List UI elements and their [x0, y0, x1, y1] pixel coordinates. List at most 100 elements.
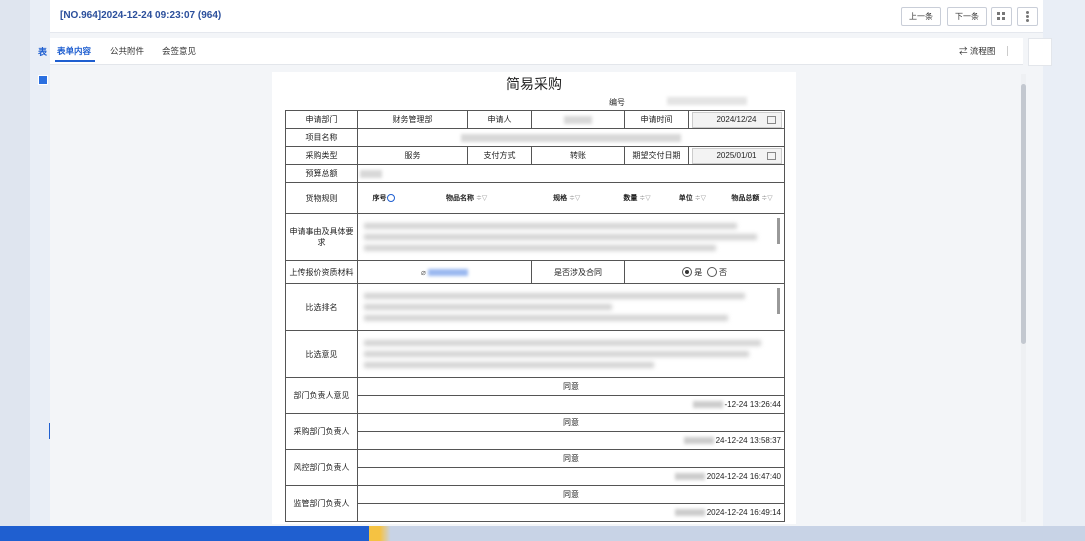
calendar-icon: [766, 115, 776, 124]
project-value-redacted: [357, 128, 785, 147]
redacted-text: [692, 401, 723, 409]
purchase-type-value: 服务: [357, 146, 468, 165]
next-button[interactable]: 下一条: [947, 7, 987, 26]
apply-time-label: 申请时间: [624, 110, 689, 129]
redacted-line: [364, 245, 716, 251]
col-seq[interactable]: 序号: [359, 187, 410, 209]
approval-time-text: 24-12-24 13:58:37: [715, 436, 781, 445]
approval-opinion-risk: 同意: [357, 449, 785, 468]
number-label: 编号: [609, 98, 625, 107]
tab-form-content[interactable]: 表单内容: [57, 45, 91, 57]
redacted-line: [364, 315, 729, 321]
approval-label-purchase: 采购部门负责人: [285, 413, 358, 450]
approval-opinion-supervision: 同意: [357, 485, 785, 504]
apply-time-field[interactable]: 2024/12/24: [691, 111, 782, 128]
contract-yes-radio[interactable]: [682, 267, 693, 278]
approval-opinion-purchase: 同意: [357, 413, 785, 432]
paperclip-icon: ⌀: [420, 267, 426, 277]
reason-textarea[interactable]: [357, 213, 785, 261]
col-total[interactable]: 物品总额 ≑▽: [720, 187, 783, 209]
contract-no-radio[interactable]: [706, 267, 717, 278]
col-spec-label: 规格: [553, 195, 568, 202]
redacted-text: [674, 509, 705, 517]
approval-opinion-dept: 同意: [357, 377, 785, 396]
pay-method-value: 转账: [531, 146, 625, 165]
col-unit-label: 单位: [678, 195, 693, 202]
tab-countersign-opinions[interactable]: 会签意见: [162, 45, 196, 57]
redacted-line: [364, 234, 758, 240]
apply-time-value: 2024/12/24: [716, 114, 757, 124]
textarea-scrollbar[interactable]: [777, 288, 780, 314]
delivery-date-field[interactable]: 2025/01/01: [691, 147, 782, 164]
scrollbar-thumb[interactable]: [1021, 84, 1026, 344]
form-table: 申请部门 财务管理部 申请人 申请时间 2024/12/24 项目名称 采购类型…: [285, 110, 785, 522]
approval-time-dept: -12-24 13:26:44: [357, 395, 785, 414]
opinion-label: 比选意见: [285, 330, 358, 378]
rank-label: 比选排名: [285, 283, 358, 331]
approval-label-supervision: 监管部门负责人: [285, 485, 358, 522]
background-panel-stub: [1028, 38, 1052, 66]
upload-label: 上传报价资质材料: [285, 260, 358, 284]
approval-label-risk: 风控部门负责人: [285, 449, 358, 486]
flowchart-link[interactable]: ⇄ 流程图: [959, 45, 995, 57]
redacted-text: [683, 437, 714, 445]
background-left-panel: [0, 0, 30, 541]
opinion-textarea[interactable]: [357, 330, 785, 378]
more-button[interactable]: [1017, 7, 1038, 26]
sort-filter-icon: ≑▽: [475, 195, 488, 202]
seq-sort-icon: [386, 194, 395, 203]
goods-subtable: 序号 物品名称 ≑▽ 规格 ≑▽ 数量 ≑▽ 单位 ≑▽ 物品总额 ≑▽: [359, 187, 784, 209]
budget-label: 预算总额: [285, 164, 358, 183]
col-spec[interactable]: 规格 ≑▽: [524, 187, 609, 209]
tab-bar: 表单内容 公共附件 会签意见 ⇄ 流程图: [50, 38, 1023, 65]
col-unit[interactable]: 单位 ≑▽: [665, 187, 720, 209]
redacted-line: [364, 304, 613, 310]
col-total-label: 物品总额: [731, 195, 760, 202]
redacted-line: [364, 340, 762, 346]
page-scrollbar[interactable]: [1021, 74, 1026, 522]
delivery-date-value: 2025/01/01: [716, 150, 757, 160]
divider: [1007, 46, 1008, 56]
col-item-name[interactable]: 物品名称 ≑▽: [409, 187, 524, 209]
col-item-name-label: 物品名称: [446, 195, 475, 202]
redacted-text: [674, 473, 705, 481]
grid-view-button[interactable]: [991, 7, 1012, 26]
form-title: 简易采购: [506, 76, 562, 92]
purchase-type-label: 采购类型: [285, 146, 358, 165]
project-label: 项目名称: [285, 128, 358, 147]
redacted-line: [364, 293, 745, 299]
window-title: [NO.964]2024-12-24 09:23:07 (964): [60, 10, 222, 21]
redacted-line: [364, 362, 654, 368]
redacted-line: [364, 223, 737, 229]
contract-no-label: 否: [718, 267, 727, 277]
goods-label: 货物规则: [285, 182, 358, 214]
grid-icon: [997, 12, 1006, 21]
contract-yes-label: 是: [694, 267, 703, 277]
more-vertical-icon: [1026, 11, 1029, 22]
sort-filter-icon: ≑▽: [761, 195, 773, 202]
contract-label: 是否涉及合同: [531, 260, 625, 284]
applicant-label: 申请人: [467, 110, 532, 129]
approval-time-text: 2024-12-24 16:47:40: [706, 472, 781, 481]
delivery-label: 期望交付日期: [624, 146, 689, 165]
upload-cell: ⌀: [357, 260, 532, 284]
approval-label-dept: 部门负责人意见: [285, 377, 358, 414]
applicant-value-redacted: [531, 110, 625, 129]
approval-time-supervision: 2024-12-24 16:49:14: [357, 503, 785, 522]
approval-time-purchase: 24-12-24 13:58:37: [357, 431, 785, 450]
budget-value-redacted: [357, 164, 785, 183]
tab-public-attachments[interactable]: 公共附件: [110, 45, 144, 57]
prev-button[interactable]: 上一条: [901, 7, 941, 26]
dept-value: 财务管理部: [357, 110, 468, 129]
rank-textarea[interactable]: [357, 283, 785, 331]
redacted-line: [364, 351, 750, 357]
textarea-scrollbar[interactable]: [777, 218, 780, 244]
reason-label: 申请事由及具体要求: [285, 213, 358, 261]
form-paper: 简易采购 编号 申请部门 财务管理部 申请人 申请时间 2024/12/24 项…: [272, 72, 796, 524]
dept-label: 申请部门: [285, 110, 358, 129]
col-qty[interactable]: 数量 ≑▽: [609, 187, 664, 209]
approval-time-text: 2024-12-24 16:49:14: [706, 508, 781, 517]
col-seq-label: 序号: [372, 195, 387, 202]
background-collapse-icon[interactable]: [38, 75, 48, 85]
attachment-link-redacted[interactable]: [428, 268, 469, 276]
